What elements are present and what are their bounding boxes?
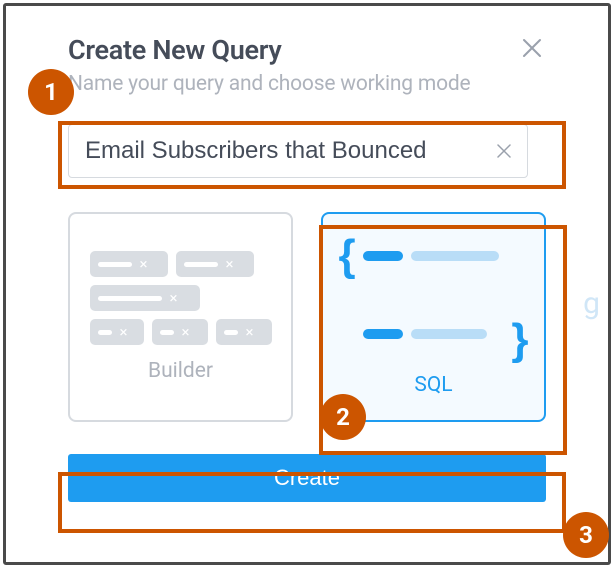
builder-option-label: Builder bbox=[148, 359, 213, 383]
query-name-field[interactable] bbox=[68, 124, 528, 178]
builder-option-card[interactable]: × × × × × × Builder bbox=[68, 212, 293, 422]
query-name-input[interactable] bbox=[83, 136, 485, 166]
modal-subtitle: Name your query and choose working mode bbox=[68, 72, 546, 96]
create-button[interactable]: Create bbox=[68, 454, 546, 502]
sql-option-label: SQL bbox=[414, 373, 452, 397]
close-icon[interactable] bbox=[520, 36, 544, 60]
create-query-modal: Create New Query Name your query and cho… bbox=[36, 6, 578, 562]
sql-graphic: { } bbox=[339, 237, 529, 359]
sql-option-card[interactable]: { } SQL bbox=[321, 212, 546, 422]
background-hint: g bbox=[583, 286, 600, 321]
modal-title: Create New Query bbox=[68, 34, 546, 66]
builder-graphic: × × × × × × bbox=[90, 251, 272, 345]
clear-name-icon[interactable] bbox=[495, 142, 513, 160]
brace-close-icon: } bbox=[511, 315, 528, 365]
mode-options: × × × × × × Builder { bbox=[68, 212, 546, 422]
brace-open-icon: { bbox=[339, 231, 356, 281]
